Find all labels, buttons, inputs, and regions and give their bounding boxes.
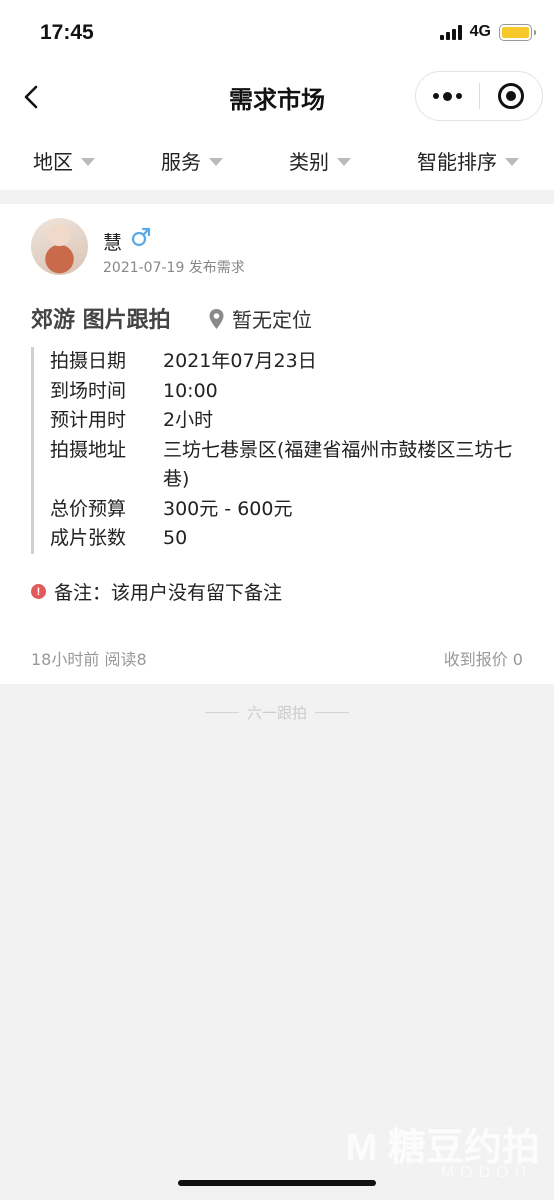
detail-label: 预计用时	[50, 409, 127, 431]
quote-count: 收到报价 0	[443, 650, 523, 669]
filter-service[interactable]: 服务	[161, 146, 223, 175]
post-stats: 18小时前 阅读8	[31, 650, 147, 669]
filter-region-label: 地区	[33, 150, 73, 174]
detail-label: 成片张数	[50, 527, 127, 549]
remark-text: 备注：该用户没有留下备注	[54, 582, 283, 604]
detail-value: 三坊七巷景区(福建省福州市鼓楼区三坊七巷)	[163, 438, 513, 491]
network-type: 4G	[469, 23, 491, 40]
location-text: 暂无定位	[232, 308, 312, 332]
dropdown-arrow-icon	[209, 158, 223, 166]
location-pin-icon	[209, 308, 224, 329]
status-bar: 17:45 4G	[0, 0, 554, 66]
detail-label: 到场时间	[50, 379, 127, 402]
location: 暂无定位	[208, 304, 312, 333]
filter-category-label: 类别	[289, 150, 329, 174]
demand-details: 拍摄日期 2021年07月23日 到场时间 10:00 预计用时 2小时 拍摄地…	[31, 347, 531, 554]
home-indicator	[178, 1180, 376, 1186]
signal-icon	[439, 24, 462, 40]
watermark-sub: MODOU	[440, 1164, 532, 1181]
demand-title: 郊游 图片跟拍	[31, 308, 171, 333]
detail-label: 拍摄地址	[50, 438, 127, 461]
detail-row: 成片张数 50	[50, 524, 531, 554]
more-icon[interactable]	[416, 72, 479, 120]
detail-row: 到场时间 10:00	[50, 377, 531, 407]
avatar[interactable]	[31, 218, 88, 275]
filter-sort-label: 智能排序	[417, 150, 497, 174]
user-name: 慧	[103, 232, 123, 254]
filter-sort[interactable]: 智能排序	[417, 146, 519, 175]
filter-region[interactable]: 地区	[33, 146, 95, 175]
close-mini-program-icon[interactable]	[480, 83, 542, 109]
status-indicators: 4G	[439, 23, 536, 41]
detail-label: 拍摄日期	[50, 350, 127, 372]
filter-bar: 地区 服务 类别 智能排序	[0, 128, 554, 190]
divider	[204, 712, 239, 713]
detail-value: 2021年07月23日	[163, 350, 317, 372]
detail-row: 总价预算 300元 - 600元	[50, 495, 531, 525]
detail-value: 2小时	[163, 409, 214, 431]
filter-category[interactable]: 类别	[289, 146, 351, 175]
detail-value: 10:00	[163, 379, 218, 402]
detail-row: 拍摄日期 2021年07月23日	[50, 347, 531, 377]
divider	[315, 712, 349, 713]
detail-value: 300元 - 600元	[163, 497, 293, 520]
dropdown-arrow-icon	[505, 158, 519, 166]
dropdown-arrow-icon	[81, 158, 95, 166]
remark: ! 备注：该用户没有留下备注	[31, 578, 282, 605]
dropdown-arrow-icon	[337, 158, 351, 166]
footer-brand-text: 六一跟拍	[246, 704, 307, 722]
nav-bar: 需求市场	[0, 66, 554, 128]
male-icon	[131, 227, 151, 247]
battery-icon	[499, 23, 536, 41]
watermark-logo: M 糖豆约拍	[345, 1127, 540, 1169]
detail-label: 总价预算	[50, 497, 127, 520]
mini-program-capsule	[415, 71, 543, 121]
detail-value: 50	[163, 527, 188, 549]
detail-row: 拍摄地址 三坊七巷景区(福建省福州市鼓楼区三坊七巷)	[50, 436, 531, 495]
status-time: 17:45	[40, 21, 94, 44]
alert-icon: !	[31, 584, 46, 599]
post-meta: 2021-07-19 发布需求	[103, 260, 245, 276]
footer-brand: 六一跟拍	[0, 702, 554, 723]
filter-service-label: 服务	[161, 150, 201, 174]
demand-card[interactable]: 慧 2021-07-19 发布需求 郊游 图片跟拍 暂无定位 拍摄日期 2021…	[0, 204, 554, 684]
detail-row: 预计用时 2小时	[50, 406, 531, 436]
